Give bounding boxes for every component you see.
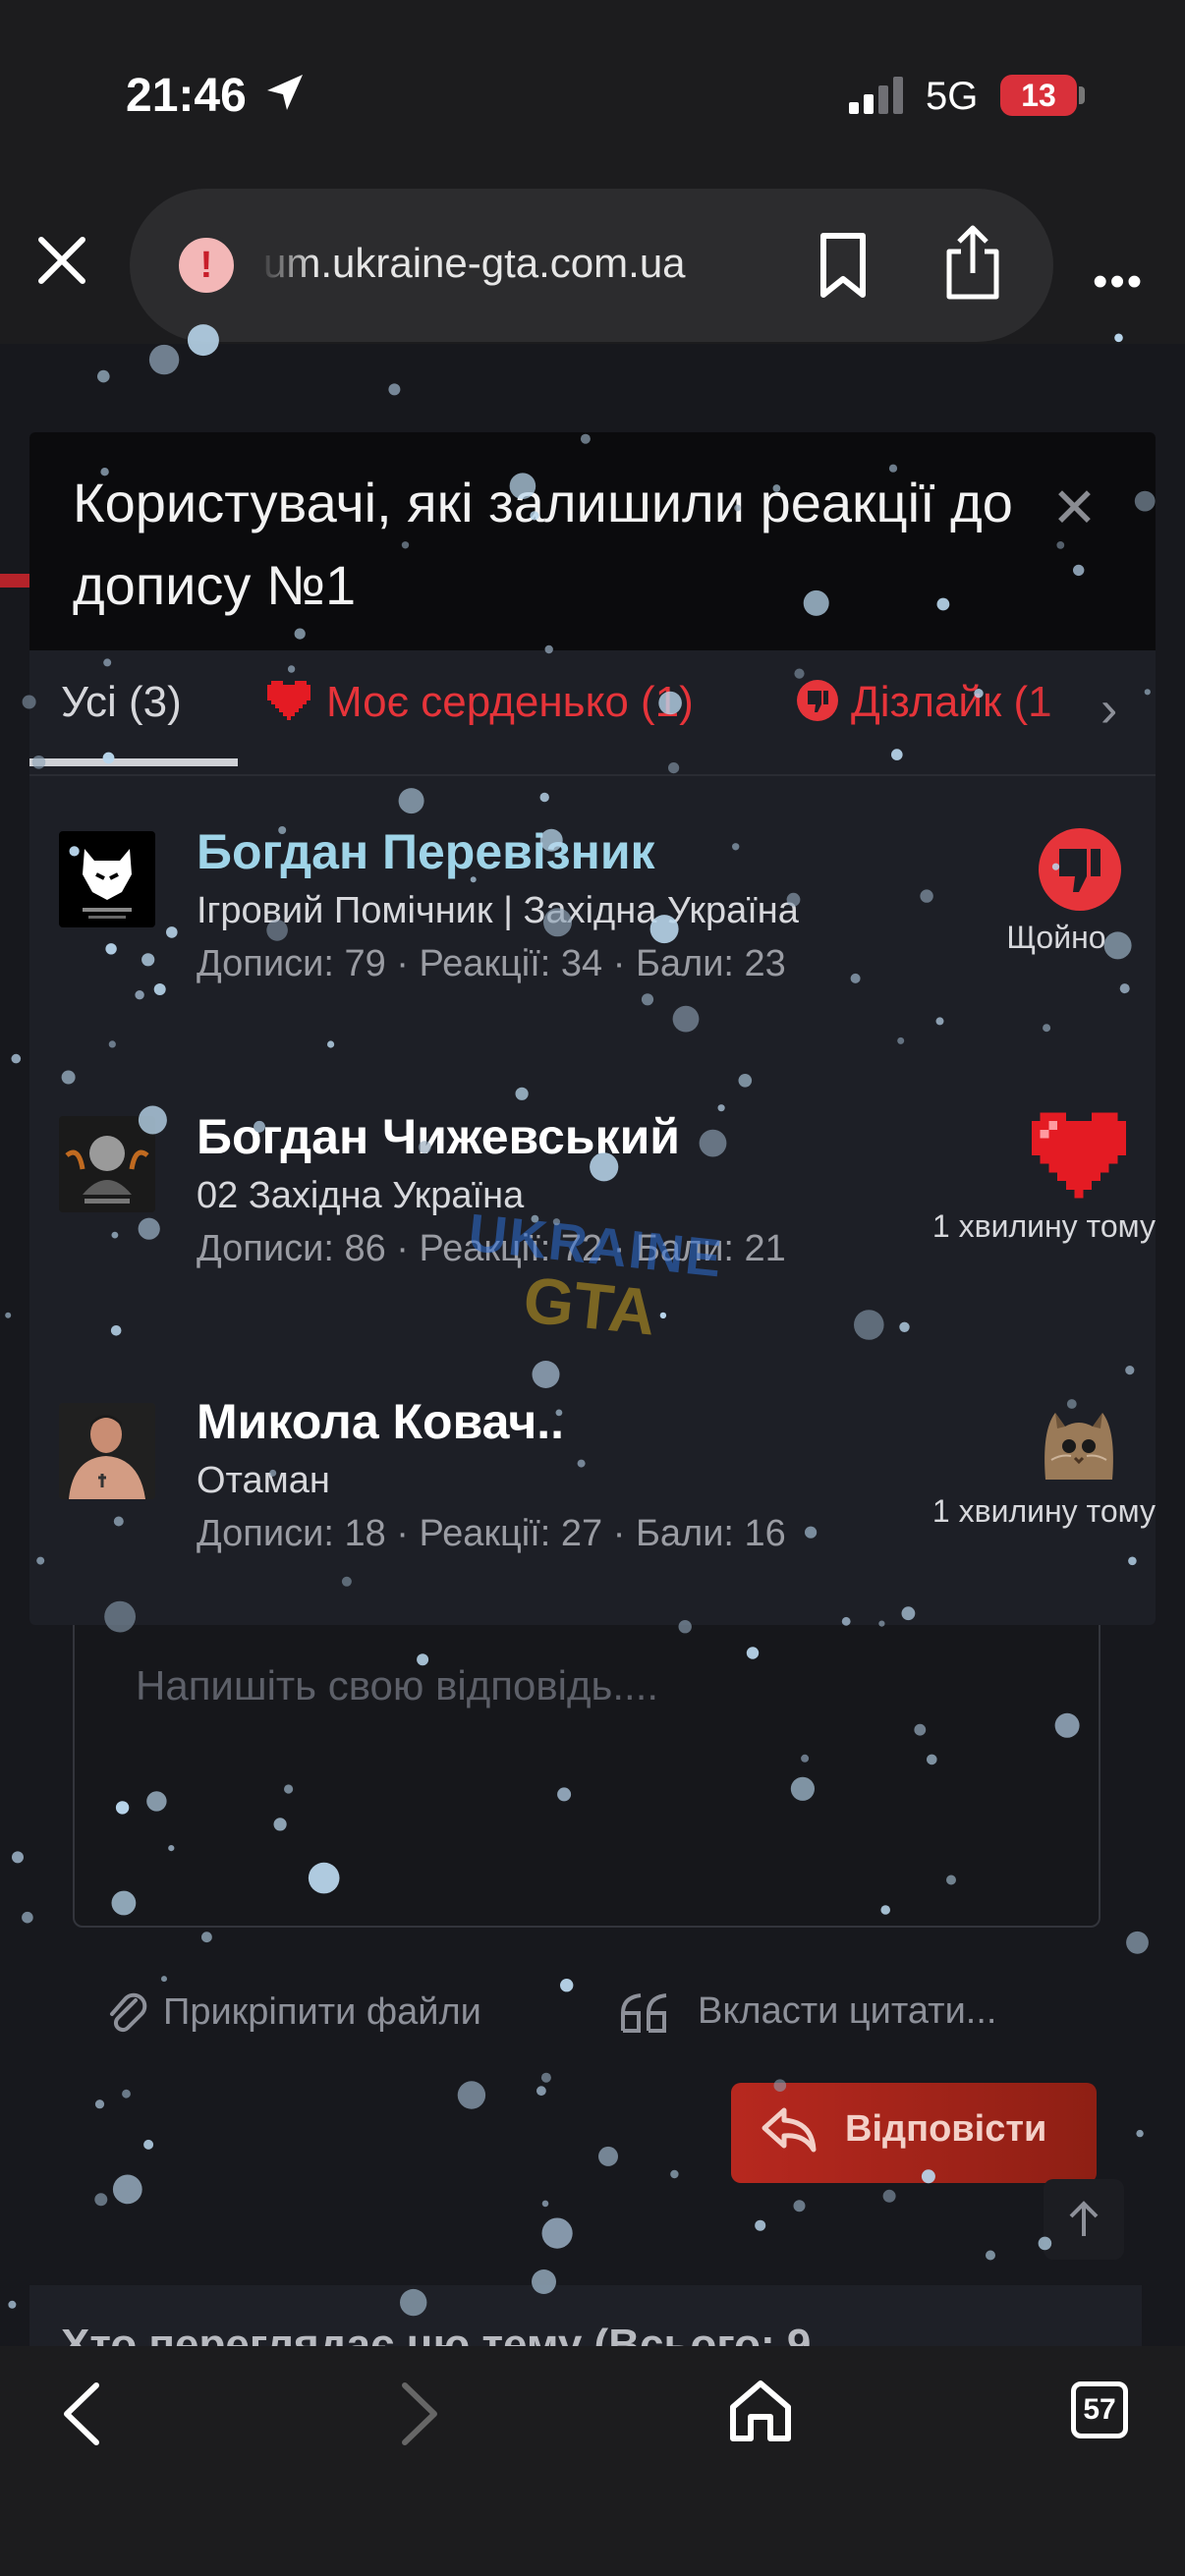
battery-tip xyxy=(1079,86,1085,104)
location-arrow-icon xyxy=(267,75,303,110)
signal-icon xyxy=(849,77,903,114)
bookmark-icon[interactable] xyxy=(816,232,871,301)
page-accent-bar xyxy=(0,574,29,588)
scroll-top-button[interactable] xyxy=(1044,2179,1124,2260)
security-warning-icon[interactable]: ! xyxy=(175,234,238,297)
heart-icon xyxy=(267,681,310,720)
panther-logo-icon xyxy=(83,849,132,919)
user-stats: Дописи: 79 · Реакції: 34 · Бали: 23 xyxy=(197,943,786,984)
kitten-icon xyxy=(1044,1413,1113,1480)
url-fade xyxy=(257,236,316,295)
modal-close-button[interactable]: ✕ xyxy=(1051,476,1098,540)
person-avatar-icon xyxy=(59,1403,155,1499)
quote-label: Вкласти цитати... xyxy=(698,1990,997,2032)
attach-label: Прикріпити файли xyxy=(163,1991,481,2034)
network-type: 5G xyxy=(926,75,979,118)
dislike-icon xyxy=(1039,828,1121,911)
reply-submit-label[interactable]: Відповісти xyxy=(845,2108,1046,2151)
attach-files-button[interactable]: Прикріпити файли xyxy=(106,1990,481,2038)
arrow-up-icon xyxy=(1069,2201,1099,2236)
battery-indicator: 13 xyxy=(1000,75,1077,116)
tab-heart[interactable]: Моє серденько (1) xyxy=(267,678,694,727)
browser-bottom-bar xyxy=(0,2346,1185,2576)
user-name[interactable]: Богдан Чижевський xyxy=(197,1108,680,1165)
tab-heart-label: Моє серденько (1) xyxy=(326,678,694,726)
close-icon[interactable] xyxy=(37,236,86,285)
avatar[interactable] xyxy=(59,1403,155,1499)
dislike-icon xyxy=(797,680,838,721)
url-text[interactable]: um.ukraine-gta.com.ua xyxy=(263,240,686,287)
tab-dislike-label: Дізлайк (1 xyxy=(851,678,1052,726)
tabs-count-button[interactable]: 57 xyxy=(1071,2381,1128,2438)
reaction-time: 1 хвилину тому xyxy=(931,1493,1156,1529)
paperclip-icon xyxy=(110,1992,147,2033)
status-time: 21:46 xyxy=(126,70,247,122)
anaconda-avatar-icon xyxy=(59,1116,155,1212)
chevron-right-icon[interactable]: › xyxy=(1100,680,1117,739)
reactions-modal: Користувачі, які залишили реакції до доп… xyxy=(29,432,1156,1625)
avatar[interactable] xyxy=(59,1116,155,1212)
user-name[interactable]: Микола Ковач.. xyxy=(197,1393,564,1450)
user-name[interactable]: Богдан Перевізник xyxy=(197,823,655,880)
back-icon[interactable] xyxy=(57,2380,106,2448)
home-icon[interactable] xyxy=(727,2378,794,2442)
user-title: Отаман xyxy=(197,1460,330,1501)
heart-icon xyxy=(1032,1112,1126,1199)
modal-title: Користувачі, які залишили реакції до доп… xyxy=(73,472,1013,616)
user-stats: Дописи: 18 · Реакції: 27 · Бали: 16 xyxy=(197,1513,786,1554)
tab-dislike[interactable]: Дізлайк (1 xyxy=(796,678,1052,727)
forward-icon[interactable] xyxy=(395,2380,444,2448)
reply-textarea[interactable] xyxy=(73,1611,1100,1928)
user-title: Ігровий Помічник | Західна Україна xyxy=(197,890,799,931)
active-tab-indicator xyxy=(29,758,238,766)
reply-placeholder: Напишіть свою відповідь.... xyxy=(136,1662,659,1708)
more-options-icon[interactable]: ••• xyxy=(1093,257,1144,307)
share-icon[interactable] xyxy=(943,222,1002,301)
reply-arrow-icon xyxy=(762,2107,817,2153)
insert-quotes-button[interactable]: Вкласти цитати... xyxy=(619,1990,996,2035)
reaction-time: 1 хвилину тому xyxy=(931,1208,1156,1244)
tab-all[interactable]: Усі (3) xyxy=(61,678,182,727)
quote-icon xyxy=(621,1992,667,2033)
avatar[interactable] xyxy=(59,831,155,927)
reaction-time: Щойно xyxy=(1006,920,1106,955)
